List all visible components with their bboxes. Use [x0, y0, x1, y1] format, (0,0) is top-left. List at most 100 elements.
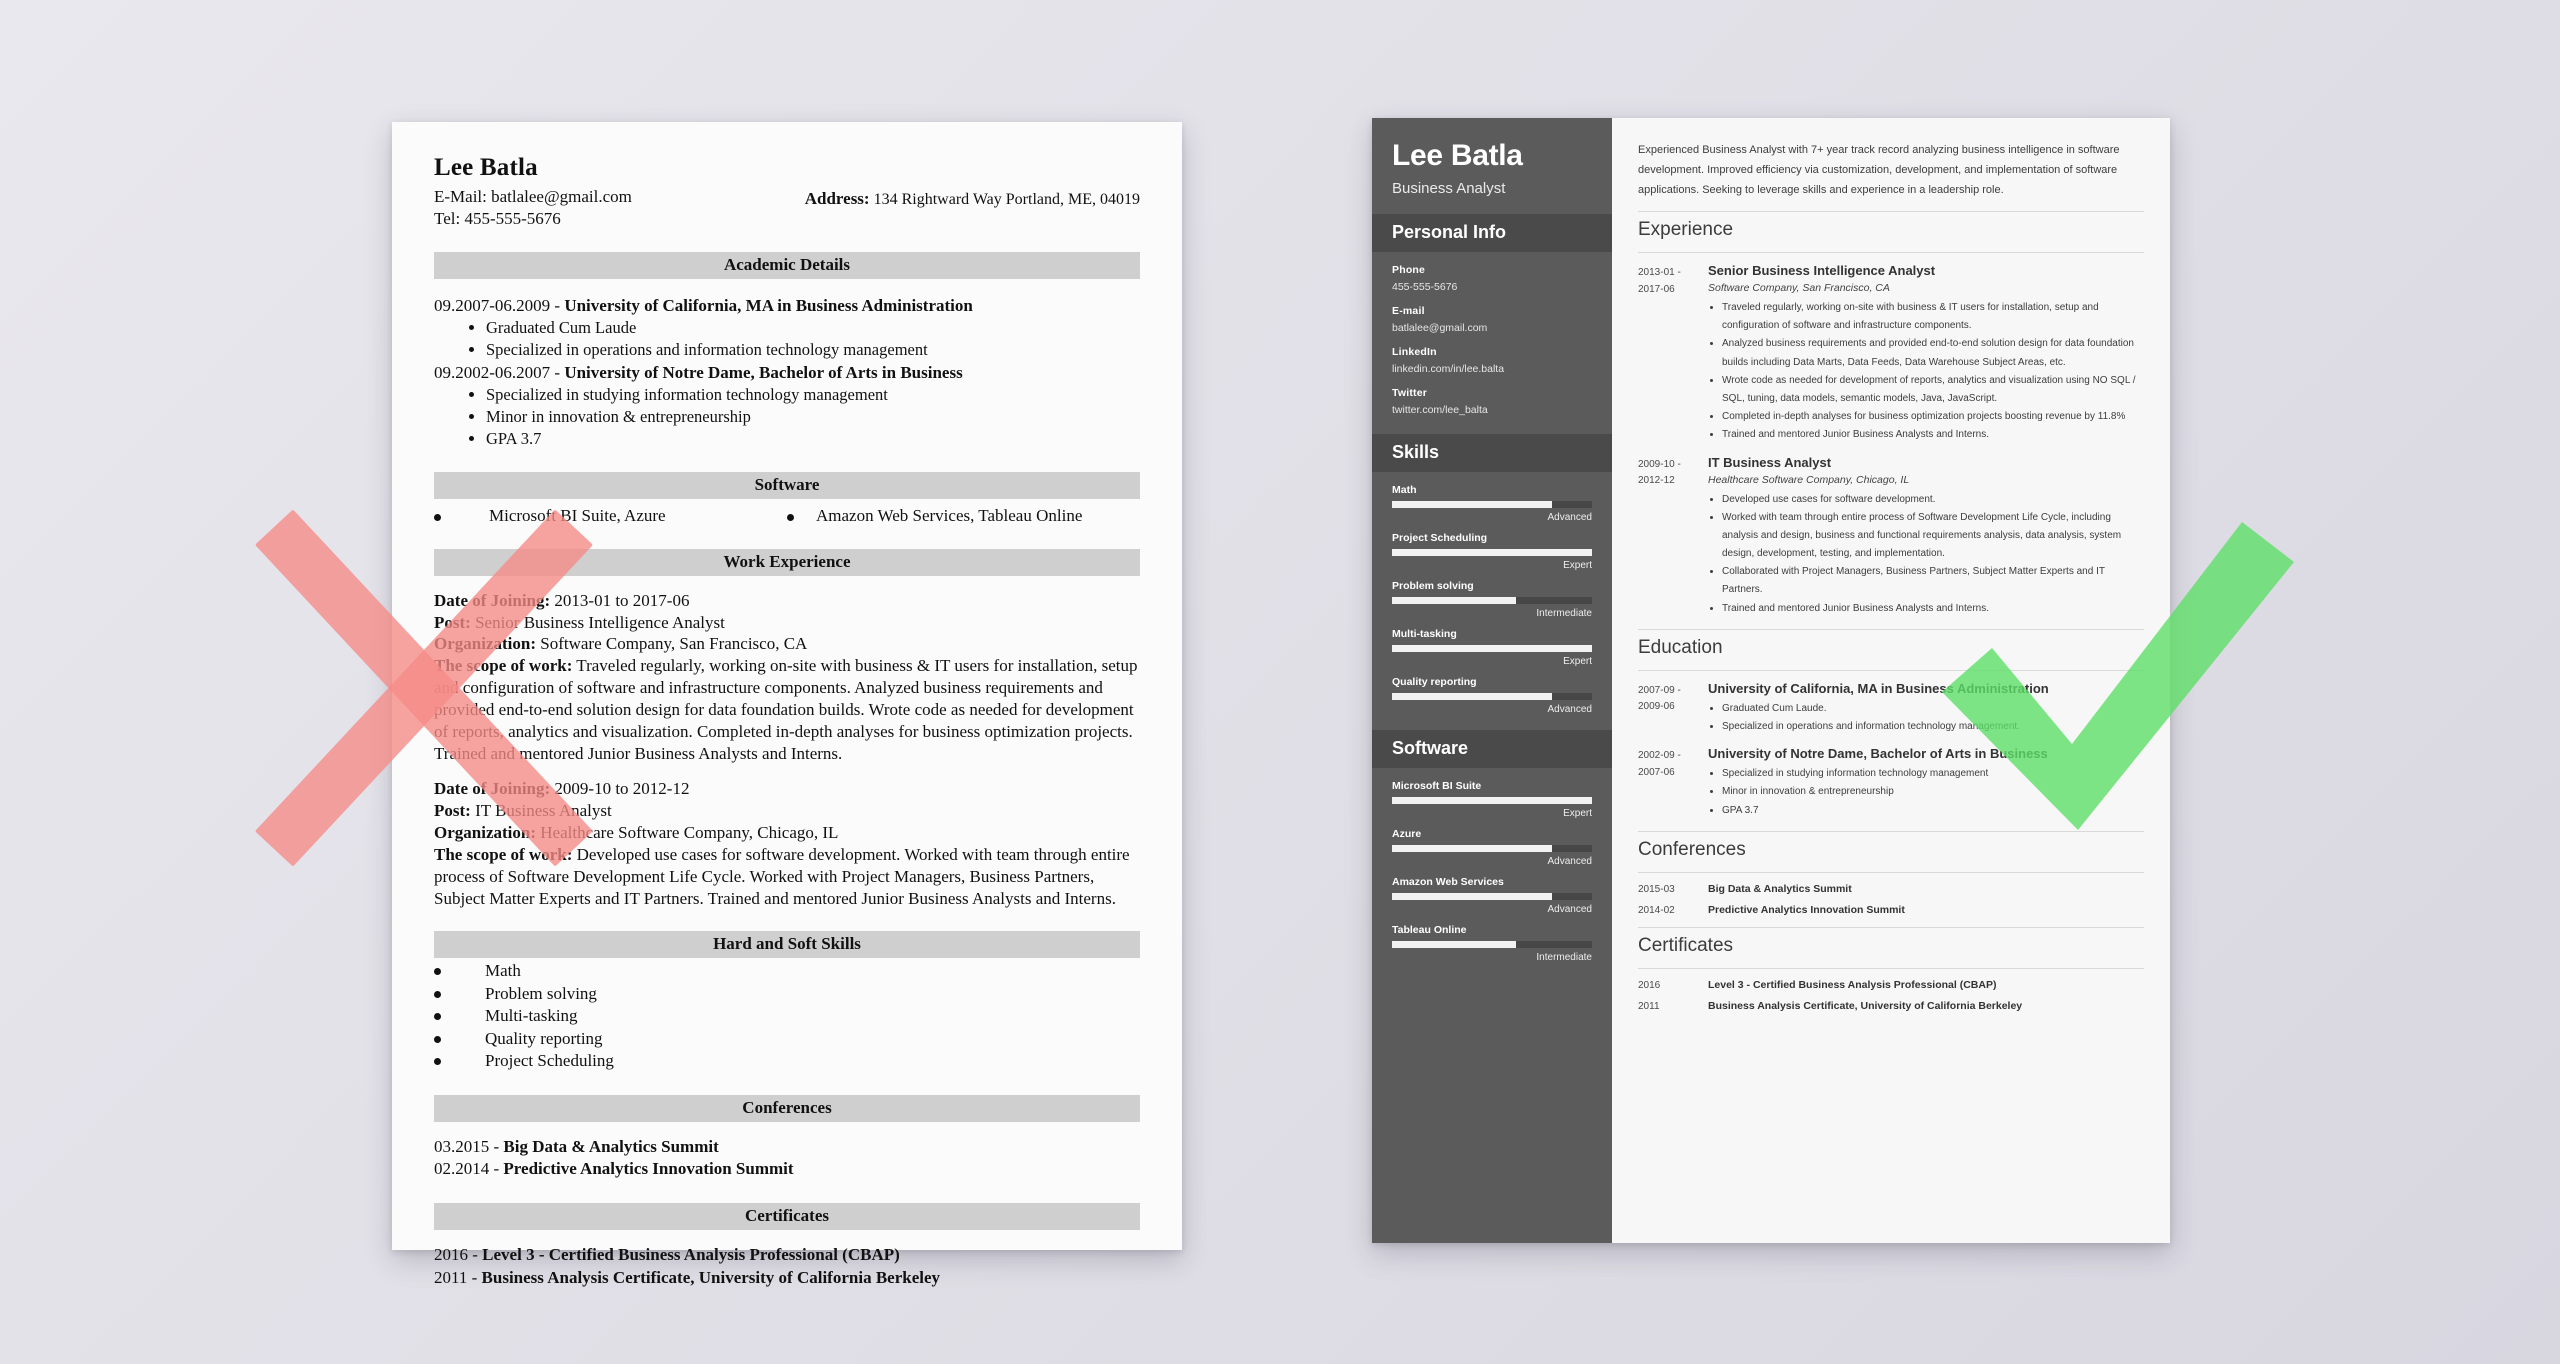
- bad-job-0: Date of Joining: 2013-01 to 2017-06 Post…: [434, 590, 1140, 765]
- good-sidebar-heading-personal-info: Personal Info: [1372, 213, 1612, 252]
- education-date: 2007-09 - 2009-06: [1638, 684, 1681, 713]
- good-sidebar-skills: Math Advanced Project Scheduling Expert …: [1372, 472, 1612, 730]
- contact-label-twitter: Twitter: [1392, 386, 1428, 399]
- skill-level: Intermediate: [1536, 607, 1592, 619]
- skill-level: Expert: [1563, 559, 1592, 571]
- bad-section-software: Software: [434, 471, 1140, 499]
- divider: [1638, 871, 2144, 873]
- good-sidebar-heading-software: Software: [1372, 729, 1612, 768]
- contact-value-twitter[interactable]: twitter.com/lee_balta: [1392, 404, 1592, 416]
- software-bar-track: [1392, 796, 1592, 804]
- bad-resume-address-label: Address:: [804, 189, 870, 208]
- bad-resume-address: Address: 134 Rightward Way Portland, ME,…: [805, 186, 1140, 211]
- software-name: Amazon Web Services: [1392, 875, 1504, 888]
- skill-bar-track: [1392, 692, 1592, 700]
- software-bar-fill: [1392, 844, 1552, 852]
- bad-job-1-date-value: 2009-10 to 2012-12: [550, 779, 690, 799]
- bad-education-entry-head: 09.2007-06.2009 - University of Californ…: [434, 295, 1140, 317]
- software-bar-fill: [1392, 940, 1516, 948]
- software-name: Microsoft BI Suite: [1392, 779, 1482, 792]
- skill-level: Expert: [1563, 655, 1592, 667]
- certificate-date: 2011: [1638, 1000, 1660, 1012]
- education-entry: 2002-09 - 2007-06 University of Notre Da…: [1638, 746, 2144, 820]
- bad-software-item-0: Microsoft BI Suite, Azure: [489, 505, 666, 525]
- divider: [1638, 252, 2144, 254]
- bad-section-skills: Hard and Soft Skills: [434, 931, 1140, 959]
- bad-job-1-date-label: Date of Joining:: [434, 779, 551, 799]
- list-item: Completed in-depth analyses for business…: [1722, 408, 2144, 426]
- divider: [1638, 830, 2144, 832]
- skill-level: Advanced: [1547, 511, 1592, 523]
- software-name: Azure: [1392, 827, 1422, 840]
- skill-bar-track: [1392, 596, 1592, 604]
- bad-certificate-0-title: Level 3 - Certified Business Analysis Pr…: [482, 1244, 900, 1264]
- bad-resume-contact-left: E-Mail: batlalee@gmail.com Tel: 455-555-…: [434, 186, 632, 230]
- list-item: GPA 3.7: [1722, 802, 2144, 820]
- bad-conference-1-date: 02.2014 -: [434, 1159, 504, 1179]
- software-bar-fill: [1392, 892, 1552, 900]
- software-name: Tableau Online: [1392, 923, 1467, 936]
- experience-org: Healthcare Software Company, Chicago, IL: [1708, 473, 1910, 486]
- skill-name: Multi-tasking: [1392, 627, 1457, 640]
- bullet-dot-icon: [434, 1058, 441, 1066]
- bad-certificate-1-title: Business Analysis Certificate, Universit…: [481, 1267, 941, 1287]
- bad-software-item-1: Amazon Web Services, Tableau Online: [816, 505, 1083, 525]
- education-date: 2002-09 - 2007-06: [1638, 750, 1681, 778]
- bad-conferences-list: 03.2015 - Big Data & Analytics Summit 02…: [434, 1136, 1140, 1181]
- experience-entry: 2009-10 - 2012-12 IT Business Analyst He…: [1638, 455, 2144, 618]
- bad-job-1-org-label: Organization:: [434, 823, 536, 843]
- list-item: Trained and mentored Junior Business Ana…: [1722, 600, 2144, 618]
- good-heading-education: Education: [1638, 636, 1723, 658]
- divider: [1638, 926, 2144, 928]
- experience-date: 2009-10 - 2012-12: [1638, 458, 1681, 487]
- contact-label-linkedin: LinkedIn: [1392, 345, 1437, 358]
- good-sidebar-software: Microsoft BI Suite Expert Azure Advanced…: [1372, 768, 1612, 978]
- bad-education-entry-head: 09.2002-06.2007 - University of Notre Da…: [434, 362, 1140, 384]
- contact-field: Twitter twitter.com/lee_balta: [1392, 387, 1592, 416]
- bad-section-work: Work Experience: [434, 548, 1140, 576]
- contact-value-linkedin[interactable]: linkedin.com/in/lee.balta: [1392, 363, 1592, 375]
- bad-education-0-bullets: Graduated Cum Laude Specialized in opera…: [434, 317, 1140, 361]
- skill-item: Quality reporting Advanced: [1392, 676, 1592, 715]
- bullet-dot-icon: [434, 990, 441, 998]
- bad-job-0-org-label: Organization:: [434, 634, 536, 654]
- skill-bar-track: [1392, 548, 1592, 556]
- bad-education-1-bullets: Specialized in studying information tech…: [434, 384, 1140, 450]
- software-level: Intermediate: [1536, 951, 1592, 963]
- list-item: 03.2015 - Big Data & Analytics Summit: [434, 1136, 1140, 1159]
- bad-job-0-date-value: 2013-01 to 2017-06: [550, 590, 690, 610]
- software-item: Microsoft BI Suite Expert: [1392, 780, 1592, 819]
- contact-label-email: E-mail: [1392, 304, 1425, 317]
- bad-skill-4: Project Scheduling: [485, 1051, 614, 1071]
- skill-name: Quality reporting: [1392, 675, 1477, 688]
- bad-job-0-org-value: Software Company, San Francisco, CA: [536, 634, 808, 654]
- bad-job-1-scope-label: The scope of work:: [434, 844, 573, 864]
- bad-certificate-1-date: 2011 -: [434, 1267, 482, 1287]
- good-resume-sidebar: Lee Batla Business Analyst Personal Info…: [1372, 118, 1612, 1243]
- bad-resume-address-value: 134 Rightward Way Portland, ME, 04019: [873, 191, 1140, 208]
- list-item: Collaborated with Project Managers, Busi…: [1722, 563, 2144, 599]
- bad-job-0-post-label: Post:: [434, 612, 471, 632]
- divider: [1638, 967, 2144, 969]
- bullet-dot-icon: [434, 968, 441, 976]
- software-bar-track: [1392, 844, 1592, 852]
- experience-role: Senior Business Intelligence Analyst: [1708, 263, 1936, 279]
- contact-field: E-mail batlalee@gmail.com: [1392, 305, 1592, 334]
- list-item: Wrote code as needed for development of …: [1722, 372, 2144, 408]
- list-item: Graduated Cum Laude.: [1722, 700, 2144, 718]
- good-resume-sidebar-header: Lee Batla Business Analyst: [1372, 118, 1612, 214]
- good-resume-job-title: Business Analyst: [1392, 179, 1506, 197]
- bad-education-1-title: University of Notre Dame, Bachelor of Ar…: [564, 362, 963, 382]
- skill-bar-fill: [1392, 548, 1592, 556]
- skill-bar-fill: [1392, 500, 1552, 508]
- bad-resume-contact-row: E-Mail: batlalee@gmail.com Tel: 455-555-…: [434, 186, 1140, 230]
- bad-resume-tel: Tel: 455-555-5676: [434, 209, 561, 229]
- list-item: Traveled regularly, working on-site with…: [1722, 299, 2144, 335]
- list-item: Math: [434, 960, 1140, 982]
- bad-job-1-org-value: Healthcare Software Company, Chicago, IL: [536, 823, 839, 843]
- bullet-dot-icon: [434, 1013, 441, 1021]
- good-heading-conferences: Conferences: [1638, 838, 1746, 860]
- bad-skills-list: Math Problem solving Multi-tasking Quali…: [434, 960, 1140, 1072]
- certificate-date: 2016: [1638, 979, 1661, 991]
- good-resume-document: Lee Batla Business Analyst Personal Info…: [1372, 118, 2170, 1243]
